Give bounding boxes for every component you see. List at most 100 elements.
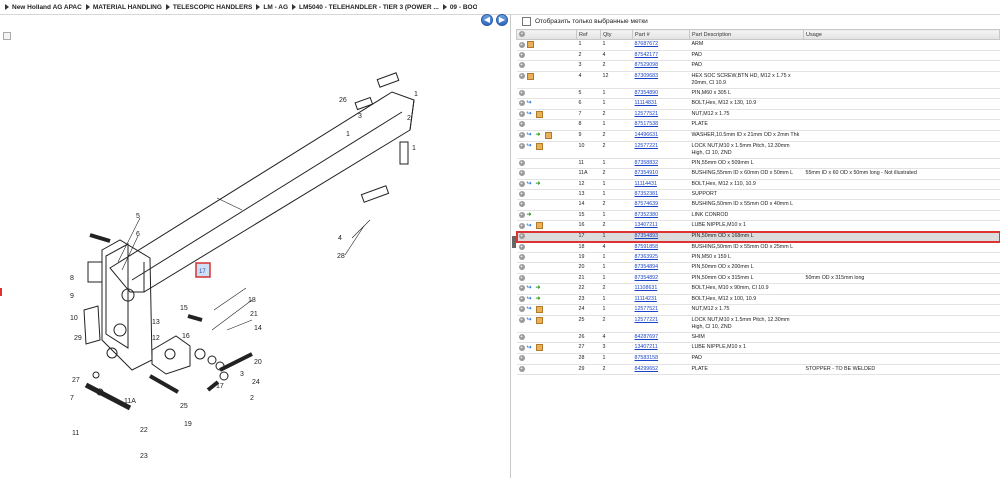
part-number-link[interactable]: 87687672 (635, 41, 659, 47)
callout-label[interactable]: 4 (338, 235, 342, 242)
table-row[interactable]: +11A 2 87354910 BUSHING,55mm ID x 60mm OD x… (516, 168, 1000, 180)
part-number-link[interactable]: 12577521 (635, 306, 659, 312)
replacement-arrow-icon[interactable]: ↪ (527, 132, 534, 138)
cell-part[interactable]: 87583158 (632, 353, 690, 365)
cell-part[interactable]: 87687672 (632, 39, 690, 51)
callout-label[interactable]: 25 (180, 403, 188, 410)
callout-label[interactable]: 8 (70, 275, 74, 282)
table-row[interactable]: +29 2 84299652 PLATE STOPPER - TO BE WELDED (516, 364, 1000, 375)
package-icon[interactable] (535, 222, 543, 230)
table-row[interactable]: + ↪ 6 1 11114831 BOLT,Hex, M12 x 130, 10.9 (516, 98, 1000, 110)
part-number-link[interactable]: 84287697 (635, 334, 659, 340)
callout-label[interactable]: 9 (70, 293, 74, 300)
table-row[interactable]: + ↪ ➜ 22 2 11108631 BOLT,Hex, M10 x 90mm, Cl 1… (516, 283, 1000, 295)
replacement-arrow-icon[interactable]: ↪ (527, 285, 534, 291)
cell-part[interactable]: 87591858 (632, 242, 690, 253)
callout-label[interactable]: 13 (152, 319, 160, 326)
cell-part[interactable]: 87354892 (632, 273, 690, 285)
add-to-cart-icon[interactable]: + (518, 274, 525, 281)
table-row[interactable]: +8 1 87517538 PLATE (516, 119, 1000, 131)
supersede-arrow-icon[interactable]: ➜ (536, 132, 543, 138)
cell-part[interactable]: 13407211 (632, 220, 690, 233)
add-to-cart-icon[interactable]: + (518, 180, 525, 187)
part-number-link[interactable]: 11108631 (635, 285, 658, 291)
add-to-cart-icon[interactable]: + (518, 344, 525, 351)
package-icon[interactable] (544, 131, 552, 139)
cell-part[interactable]: 12577521 (632, 109, 690, 121)
callout-label[interactable]: 1 (346, 131, 350, 138)
callout-label[interactable]: 22 (140, 427, 148, 434)
cell-part[interactable]: 84287697 (632, 332, 690, 344)
callout-label[interactable]: 10 (70, 315, 78, 322)
callout-label[interactable]: 7 (70, 395, 74, 402)
add-to-cart-icon[interactable]: + (518, 89, 525, 96)
table-row[interactable]: +19 1 87363925 PIN,M50 x 159 L (516, 252, 1000, 264)
part-number-link[interactable]: 87352380 (635, 212, 659, 218)
cell-part[interactable]: 87574639 (632, 199, 690, 211)
cell-part[interactable]: 87352380 (632, 210, 690, 222)
callout-label[interactable]: 6 (136, 231, 140, 238)
add-to-cart-icon[interactable]: + (518, 317, 525, 324)
callout-label[interactable]: 12 (152, 335, 160, 342)
table-row[interactable]: +11 1 87358832 PIN,55mm OD x 509mm L (516, 158, 1000, 170)
cell-part[interactable]: 11114231 (632, 294, 690, 305)
cell-part[interactable]: 11114431 (632, 179, 690, 190)
supersede-arrow-icon[interactable]: ➜ (536, 181, 543, 187)
part-number-link[interactable]: 12577521 (635, 111, 659, 117)
add-to-cart-icon[interactable]: + (518, 233, 525, 240)
replacement-arrow-icon[interactable]: ↪ (527, 296, 534, 302)
part-number-link[interactable]: 87352381 (635, 191, 659, 197)
replacement-arrow-icon[interactable]: ↪ (527, 181, 534, 187)
table-row[interactable]: + ↪ 24 1 12577521 NUT,M12 x 1.75 (516, 304, 1000, 316)
callout-label[interactable]: 18 (248, 297, 256, 304)
part-number-link[interactable]: 87583158 (635, 355, 659, 361)
part-number-link[interactable]: 11114831 (635, 100, 657, 106)
callout-label[interactable]: 26 (339, 97, 347, 104)
table-row[interactable]: + ↪ 10 2 12577221 LOCK NUT,M10 x 1.5mm Pitch,… (516, 141, 1000, 159)
package-icon[interactable] (535, 316, 543, 324)
callout-label[interactable]: 11A (124, 398, 136, 405)
part-number-link[interactable]: 12577221 (635, 317, 659, 323)
part-number-link[interactable]: 87542177 (635, 52, 659, 58)
part-number-link[interactable]: 11114431 (635, 181, 657, 187)
cell-part[interactable]: 87354893 (632, 231, 690, 243)
cell-part[interactable]: 87352381 (632, 189, 690, 201)
table-row[interactable]: + ➜ 15 1 87352380 LINK CONROD (516, 210, 1000, 222)
add-to-cart-icon[interactable]: + (518, 100, 525, 107)
callout-label[interactable]: 3 (358, 113, 362, 120)
table-row[interactable]: + ↪ 27 3 13407211 LUBE NIPPLE,M10 x 1 (516, 342, 1000, 355)
breadcrumb-item[interactable]: 09 - BOOM (442, 4, 477, 11)
breadcrumb-item[interactable]: New Holland AG APAC (5, 4, 82, 11)
breadcrumb-item[interactable]: LM5040 - TELEHANDLER - TIER 3 (POWER ... (292, 4, 439, 11)
table-row[interactable]: +2 4 87542177 PAD (516, 50, 1000, 62)
callout-label[interactable]: 3 (240, 371, 244, 378)
cell-part[interactable]: 11108631 (632, 283, 690, 295)
callout-label[interactable]: 14 (254, 325, 262, 332)
part-number-link[interactable]: 87591858 (635, 244, 659, 250)
add-to-cart-icon[interactable]: + (518, 365, 525, 372)
package-icon[interactable] (535, 110, 543, 118)
callout-label[interactable]: 16 (182, 333, 190, 340)
part-number-link[interactable]: 87309683 (635, 73, 659, 79)
package-icon[interactable] (535, 305, 543, 313)
callout-label[interactable]: 20 (254, 359, 262, 366)
table-row[interactable]: + ↪ 16 2 13407211 LUBE NIPPLE,M10 x 1 (516, 220, 1000, 233)
add-to-cart-icon[interactable]: + (518, 222, 525, 229)
cell-part[interactable]: 87354894 (632, 262, 690, 274)
part-number-link[interactable]: 87529098 (635, 62, 659, 68)
part-number-link[interactable]: 14496631 (635, 132, 659, 138)
part-number-link[interactable]: 84299652 (635, 366, 659, 372)
forward-button[interactable]: ▶ (496, 14, 508, 26)
header-usage[interactable]: Usage (803, 29, 1000, 40)
replacement-arrow-icon[interactable]: ↪ (527, 111, 534, 117)
cell-part[interactable]: 14496631 (632, 130, 690, 142)
cell-part[interactable]: 12577221 (632, 141, 690, 159)
add-to-cart-icon[interactable]: + (518, 285, 525, 292)
callout-label[interactable]: 2 (250, 395, 254, 402)
breadcrumb-item[interactable]: LM - AG (256, 4, 288, 11)
package-icon[interactable] (535, 344, 543, 352)
callout-label[interactable]: 28 (337, 253, 345, 260)
cell-part[interactable]: 12577221 (632, 315, 690, 333)
callout-label[interactable]: 21 (250, 311, 258, 318)
part-number-link[interactable]: 87574639 (635, 201, 659, 207)
